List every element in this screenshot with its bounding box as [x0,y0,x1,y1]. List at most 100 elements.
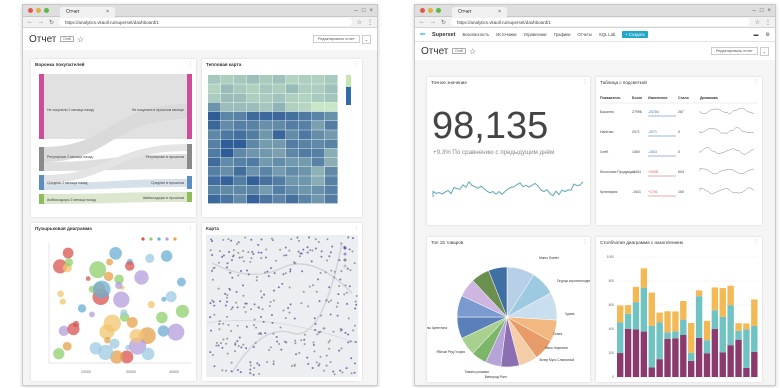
maximize-icon[interactable]: □ [760,8,764,14]
minimize-icon[interactable]: – [355,8,358,14]
star-icon[interactable]: ☆ [357,19,362,26]
nav-item-charts[interactable]: Графики [554,32,571,37]
map-point [279,248,282,251]
tab-title: Отчет [458,8,472,15]
map-point [354,307,357,310]
favorite-star-icon[interactable]: ☆ [469,47,476,56]
back-icon[interactable]: ← [419,19,425,25]
draft-badge[interactable]: Draft [452,48,466,54]
chart-menu-icon[interactable]: ⋮ [354,225,359,231]
y-tick-label: 800 [609,279,615,283]
star-icon[interactable]: ☆ [755,19,760,26]
chart-menu-icon[interactable]: ⋮ [188,225,193,231]
bar-segment [711,329,719,377]
map-point [319,272,322,275]
brand-name[interactable]: Superset [432,32,456,38]
map-point [236,368,239,371]
dropdown-icon[interactable]: ⌄ [361,34,371,44]
map-point [333,270,336,273]
map-point [315,361,318,364]
sankey-chart-card: Воронка покупателей ⋮ Не покупали 2 меся… [31,59,196,217]
table-cell: 0 [678,130,680,134]
back-icon[interactable]: ← [27,19,33,25]
heatmap-cell [299,148,312,158]
chart-menu-icon[interactable]: ⋮ [582,239,587,245]
create-button[interactable]: + Создать [622,31,648,38]
map-point [228,287,231,290]
heatmap-cell [299,130,312,139]
menu-icon[interactable]: ⋮ [367,19,373,26]
pie-label: Манго Египет [539,256,559,260]
nav-item-manage[interactable]: Управление [523,32,546,37]
dashboard-header: Отчет Draft ☆ Редактировать отчет ⌄ [23,28,377,50]
map-point [343,293,346,296]
forward-icon[interactable]: → [430,19,436,25]
nav-item-sources[interactable]: Источники [496,32,516,37]
color-scale-top [346,75,351,87]
map-point [258,306,261,309]
table-cell: -1003 [648,150,657,154]
dropdown-icon[interactable]: ⌄ [759,46,769,56]
minimize-icon[interactable]: – [753,8,756,14]
settings-icon[interactable]: ⚙ [766,32,770,38]
nav-item-dashboards[interactable]: Отчеты [577,32,591,37]
map-point [238,256,241,259]
close-window-icon[interactable]: × [767,8,771,14]
chart-menu-icon[interactable]: ⋮ [754,79,759,85]
heatmap-cell [286,194,299,204]
map-point [308,285,311,288]
map-point [313,350,316,353]
browser-tab[interactable]: Отчет × [452,6,507,17]
chart-title: Топ 15 товаров [431,240,464,245]
bar-segment [624,313,632,329]
heatmap-cell [273,139,286,149]
y-tick-label: 400 [609,327,615,331]
reload-icon[interactable]: ↻ [49,19,54,26]
url-field[interactable]: https://analytics.vkaoll.ru/superset/das… [59,18,352,26]
map-point [313,317,316,320]
data-table: Показатель Было Изменение Стало Динамика Бака… [600,96,758,197]
menu-icon[interactable]: ⋮ [765,19,771,26]
superset-logo-icon[interactable]: ∞ [420,31,425,38]
map-point [249,260,252,263]
nav-item-security[interactable]: Безопасность [463,32,490,37]
map-point [314,238,317,241]
bar-segment [735,339,742,377]
language-flag-icon[interactable]: ▬ [754,32,759,38]
chart-menu-icon[interactable]: ⋮ [188,61,193,67]
heatmap-cell [312,167,325,176]
map-point [238,336,241,339]
pie-label: Томаты розовые [465,370,490,374]
draft-badge[interactable]: Draft [60,36,74,42]
url-field[interactable]: https://analytics.vkaoll.ru/superset/das… [451,18,750,26]
maximize-icon[interactable]: □ [362,8,366,14]
map-point [296,236,299,239]
map-point [253,303,256,306]
chart-menu-icon[interactable]: ⋮ [754,239,759,245]
bar-segment [727,305,734,346]
bar-segment [680,335,687,377]
forward-icon[interactable]: → [38,19,44,25]
edit-dashboard-button[interactable]: Редактировать отчет [710,47,758,55]
edit-dashboard-button[interactable]: Редактировать отчет [312,35,360,43]
map-point [245,347,248,350]
close-window-icon[interactable]: × [369,8,373,14]
heatmap-cell [234,185,247,195]
favorite-star-icon[interactable]: ☆ [77,35,84,44]
close-icon[interactable]: × [106,9,109,15]
bubble [124,261,135,271]
close-icon[interactable]: × [498,9,501,15]
bar-segment [617,305,624,323]
chart-menu-icon[interactable]: ⋮ [354,61,359,67]
map-point [234,350,237,353]
heatmap-cell [260,93,273,103]
browser-tab[interactable]: Отчет × [60,6,115,17]
nav-item-sqllab[interactable]: SQL Lab [599,32,615,37]
map-point [261,308,264,311]
map-point [209,316,212,319]
legend-marker [149,237,153,241]
map-point [328,347,331,350]
map-point [250,257,253,260]
map-point [287,306,290,309]
reload-icon[interactable]: ↻ [441,19,446,26]
